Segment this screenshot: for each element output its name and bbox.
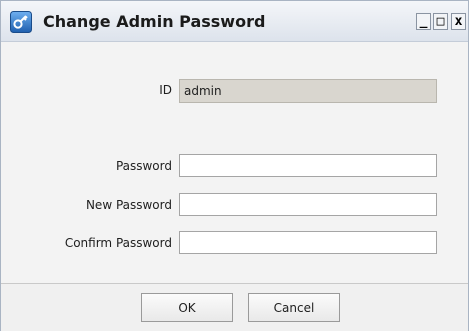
key-icon	[10, 11, 32, 33]
new-password-label: New Password	[85, 198, 172, 212]
cancel-button[interactable]: Cancel	[248, 293, 340, 322]
maximize-button[interactable]: □	[433, 13, 448, 30]
password-label: Password	[115, 159, 172, 173]
password-field[interactable]	[179, 154, 437, 177]
close-button[interactable]: x	[451, 13, 466, 30]
new-password-field[interactable]	[179, 193, 437, 216]
form-area: ID Password New Password Confirm Passwor…	[1, 42, 468, 283]
confirm-password-label: Confirm Password	[64, 236, 172, 250]
title-bar[interactable]: Change Admin Password _ □ x	[1, 1, 468, 42]
window-title: Change Admin Password	[43, 12, 266, 31]
minimize-button[interactable]: _	[416, 13, 431, 30]
id-field	[179, 79, 437, 103]
change-admin-password-dialog: Change Admin Password _ □ x ID Password …	[0, 0, 469, 331]
id-label: ID	[159, 83, 172, 97]
button-bar: OK Cancel	[1, 283, 468, 331]
ok-button[interactable]: OK	[141, 293, 233, 322]
confirm-password-field[interactable]	[179, 231, 437, 254]
